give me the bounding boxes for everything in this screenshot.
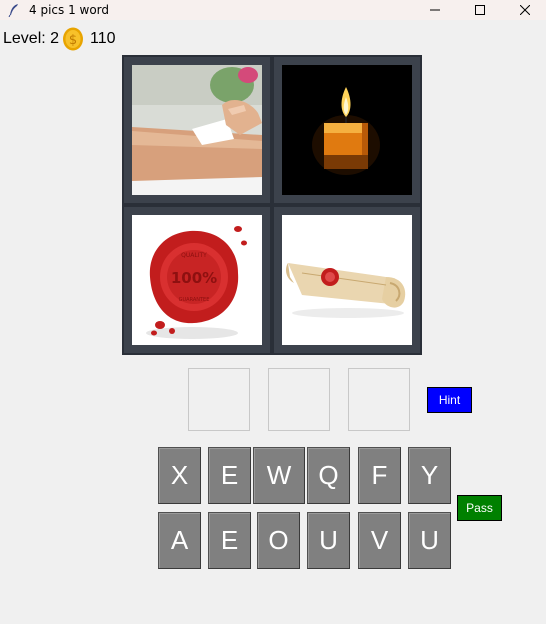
picture-tile[interactable] (274, 207, 420, 353)
letter-key[interactable]: V (358, 512, 401, 569)
svg-text:QUALITY: QUALITY (181, 252, 207, 259)
svg-text:100%: 100% (171, 269, 217, 287)
pass-button[interactable]: Pass (457, 495, 502, 521)
letter-key[interactable]: A (158, 512, 201, 569)
svg-text:$: $ (69, 33, 77, 48)
candle-photo (282, 65, 412, 195)
picture-tile[interactable] (124, 57, 270, 203)
picture-tile[interactable] (274, 57, 420, 203)
level-label: Level: 2 (3, 30, 60, 47)
letter-key[interactable]: E (208, 512, 251, 569)
letter-key[interactable]: Q (307, 447, 350, 504)
picture-tile[interactable]: 100% QUALITY GUARANTEE (124, 207, 270, 353)
answer-slot[interactable] (348, 368, 410, 431)
picture-grid: 100% QUALITY GUARANTEE (122, 55, 422, 355)
title-bar: 4 pics 1 word (0, 0, 546, 20)
wax-seal-photo: 100% QUALITY GUARANTEE (132, 215, 262, 345)
letter-key[interactable]: U (307, 512, 350, 569)
maximize-button[interactable] (457, 0, 503, 20)
coin-count: 110 (90, 30, 116, 47)
letter-key[interactable]: E (208, 447, 251, 504)
answer-slot[interactable] (268, 368, 330, 431)
close-button[interactable] (502, 0, 546, 20)
feather-icon (8, 4, 18, 17)
close-icon (520, 5, 530, 15)
hint-button[interactable]: Hint (427, 387, 472, 413)
minimize-button[interactable] (412, 0, 458, 20)
letter-key[interactable]: Y (408, 447, 451, 504)
answer-slot[interactable] (188, 368, 250, 431)
letter-key[interactable]: U (408, 512, 451, 569)
maximize-icon (475, 5, 485, 15)
letter-key[interactable]: O (257, 512, 300, 569)
letter-key[interactable]: F (358, 447, 401, 504)
svg-text:GUARANTEE: GUARANTEE (179, 297, 210, 303)
waxing-photo (132, 65, 262, 195)
coin-icon: $ (63, 27, 83, 51)
window-title: 4 pics 1 word (29, 3, 110, 17)
letter-key[interactable]: W (253, 447, 305, 504)
minimize-icon (430, 9, 440, 11)
sealed-scroll-photo (282, 215, 412, 345)
letter-key[interactable]: X (158, 447, 201, 504)
